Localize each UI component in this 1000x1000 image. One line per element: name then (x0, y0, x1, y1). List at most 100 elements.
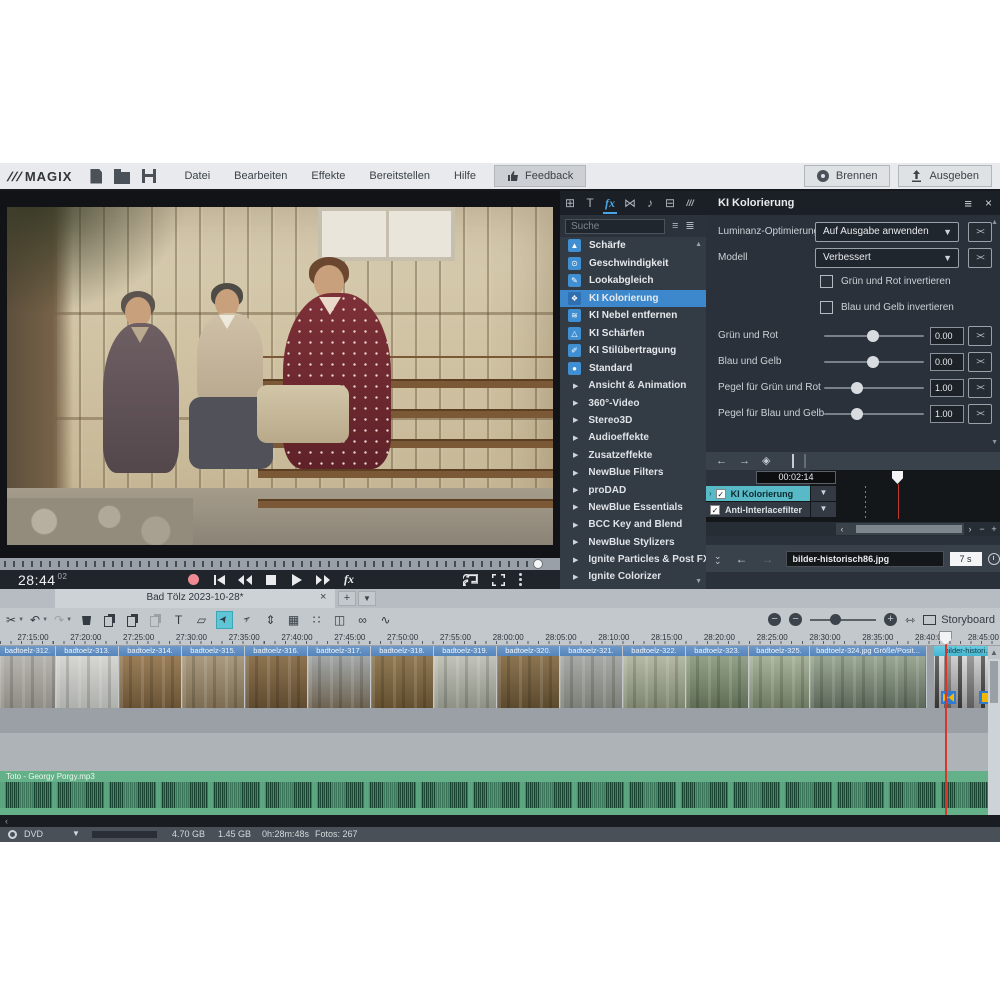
object-duration[interactable]: 7 s (950, 552, 982, 566)
zoom-fit-icon[interactable]: − (768, 613, 781, 626)
object-filename[interactable]: bilder-historisch86.jpg (786, 551, 944, 567)
panel-scroll-up-icon[interactable]: ▲ (991, 219, 998, 226)
kf-scroll-thumb[interactable] (856, 525, 962, 533)
clip-video[interactable]: badtoelz-317. (308, 646, 370, 708)
record-button[interactable] (185, 573, 201, 587)
keyframe-toggle-button[interactable]: >< (968, 404, 992, 424)
category-newblue-stylizers[interactable]: ▶NewBlue Stylizers (560, 534, 706, 551)
clip-video[interactable]: badtoelz-312. (0, 646, 55, 708)
effect-sch-rfe[interactable]: ▲Schärfe (560, 237, 706, 255)
slider-track[interactable] (824, 413, 924, 415)
clip-video[interactable]: badtoelz-318. (371, 646, 433, 708)
save-project-icon[interactable] (142, 169, 156, 183)
next-object-icon[interactable]: → (762, 552, 774, 566)
kf-scroll-left-icon[interactable]: ‹ (836, 523, 848, 535)
filter-list-icon[interactable]: ≣ (685, 221, 694, 231)
empty-track-area-2[interactable] (0, 733, 1000, 771)
kf-scroll-right-icon[interactable]: › (964, 523, 976, 535)
category-bcc-key-and-blend[interactable]: ▶BCC Key and Blend (560, 516, 706, 533)
group-objects-icon[interactable]: ∷ (308, 611, 325, 629)
target-dropdown-icon[interactable]: ▼ (72, 829, 80, 838)
delete-object-icon[interactable] (78, 611, 95, 629)
project-tab-close-icon[interactable]: × (320, 591, 326, 603)
keyframe-row-anti-interlacefilter[interactable]: ✓Anti-Interlacefilter▼ (706, 502, 1000, 518)
audio-tab[interactable]: ♪ (640, 191, 660, 215)
fit-width-icon[interactable]: ⇿ (905, 613, 915, 627)
burn-button[interactable]: Brennen (804, 165, 891, 187)
expand-icon[interactable]: › (709, 489, 712, 498)
category-prodad[interactable]: ▶proDAD (560, 481, 706, 498)
clip-video[interactable]: badtoelz-325. (749, 646, 809, 708)
timeline-playhead-line[interactable] (945, 631, 947, 815)
storyboard-toggle[interactable]: Storyboard (923, 614, 995, 626)
category-stereo3d[interactable]: ▶Stereo3D (560, 412, 706, 429)
link-tracks-icon[interactable]: ∞ (354, 611, 371, 629)
keyframe-row-header[interactable]: ✓Anti-Interlacefilter (706, 502, 810, 517)
split-objects-icon[interactable]: ◫ (331, 611, 348, 629)
skip-start-button[interactable] (211, 573, 227, 587)
stop-button[interactable] (263, 573, 279, 587)
list-scroll-down-icon[interactable]: ▼ (695, 578, 702, 585)
clip-video[interactable]: badtoelz-322. (623, 646, 685, 708)
rewind-button[interactable] (237, 573, 253, 587)
transition-effect-badge[interactable] (941, 691, 956, 704)
clip-video[interactable]: badtoelz-316. (245, 646, 307, 708)
redo-icon[interactable]: ↷▼ (54, 611, 72, 629)
feedback-button[interactable]: Feedback (494, 165, 586, 187)
burn-target[interactable]: DVD (24, 829, 43, 839)
stretch-tool-icon[interactable]: ⇕ (262, 611, 279, 629)
effect-ki-nebel-entfernen[interactable]: ≋KI Nebel entfernen (560, 307, 706, 325)
open-project-icon[interactable] (114, 172, 130, 184)
next-keyframe-icon[interactable]: → (739, 453, 750, 469)
effect-standard[interactable]: ●Standard (560, 360, 706, 378)
sort-list-icon[interactable]: ≡ (672, 221, 678, 231)
category-ansicht-animation[interactable]: ▶Ansicht & Animation (560, 377, 706, 394)
slider-value[interactable]: 1.00 (930, 405, 964, 423)
zoom-out-icon[interactable]: − (789, 613, 802, 626)
slider-thumb[interactable] (851, 382, 863, 394)
clip-selected[interactable]: bilder-histori... (934, 646, 988, 708)
store-tab[interactable]: ⊟ (660, 191, 680, 215)
category-newblue-filters[interactable]: ▶NewBlue Filters (560, 464, 706, 481)
export-button[interactable]: Ausgeben (898, 165, 992, 187)
project-tab[interactable]: Bad Tölz 2023-10-28* (55, 589, 335, 608)
clip-video[interactable]: badtoelz-320. (497, 646, 559, 708)
crop-object-icon[interactable]: ▱ (193, 611, 210, 629)
zoom-slider-thumb[interactable] (830, 614, 841, 625)
range-select-tool-icon[interactable]: ➣ (239, 611, 256, 629)
effect-geschwindigkeit[interactable]: ⊙Geschwindigkeit (560, 255, 706, 273)
media-pool-tab[interactable]: ⊞ (560, 191, 580, 215)
keyframe-toggle-button[interactable]: >< (968, 378, 992, 398)
checkbox[interactable] (820, 301, 833, 314)
menu-bereitstellen[interactable]: Bereitstellen (357, 163, 442, 189)
kf-zoom-out-icon[interactable]: − (976, 523, 988, 535)
dropdown-arrow-icon[interactable]: ▼ (66, 617, 72, 623)
search-input[interactable] (565, 219, 665, 234)
clip-video[interactable]: badtoelz-323. (686, 646, 748, 708)
clip-gap[interactable] (927, 646, 934, 708)
slider-track[interactable] (824, 361, 924, 363)
panel-scroll-down-icon[interactable]: ▼ (991, 439, 998, 446)
monitor-menu-icon[interactable] (519, 573, 522, 586)
mosaic-view-icon[interactable]: ▦ (285, 611, 302, 629)
slider-thumb[interactable] (867, 330, 879, 342)
keyframe-row-header[interactable]: ›✓KI Kolorierung (706, 486, 810, 501)
keyframe-toggle-button[interactable]: >< (968, 352, 992, 372)
keyframe-playhead-marker[interactable] (892, 471, 903, 484)
transitions-tab[interactable]: ⋈ (620, 191, 640, 215)
undo-icon[interactable]: ↶▼ (30, 611, 48, 629)
scroll-up-icon[interactable]: ▲ (988, 646, 1000, 659)
row-dropdown-icon[interactable]: ▼ (811, 486, 836, 501)
scrubber-playhead[interactable] (533, 559, 543, 569)
list-scroll-up-icon[interactable]: ▲ (695, 241, 702, 248)
setting-dropdown[interactable]: Verbessert▼ (815, 248, 959, 268)
checkbox[interactable] (820, 275, 833, 288)
slider-track[interactable] (824, 387, 924, 389)
clip-video[interactable]: badtoelz-315. (182, 646, 244, 708)
setting-dropdown[interactable]: Auf Ausgabe anwenden▼ (815, 222, 959, 242)
effect-ki-stil-bertragung[interactable]: ✐KI Stilübertragung (560, 342, 706, 360)
keyframe-toggle-button[interactable]: >< (968, 222, 992, 242)
menu-datei[interactable]: Datei (172, 163, 222, 189)
magix-tab[interactable]: /// (680, 191, 700, 215)
category-ignite-particles-post-fx[interactable]: ▶Ignite Particles & Post FX (560, 551, 706, 568)
